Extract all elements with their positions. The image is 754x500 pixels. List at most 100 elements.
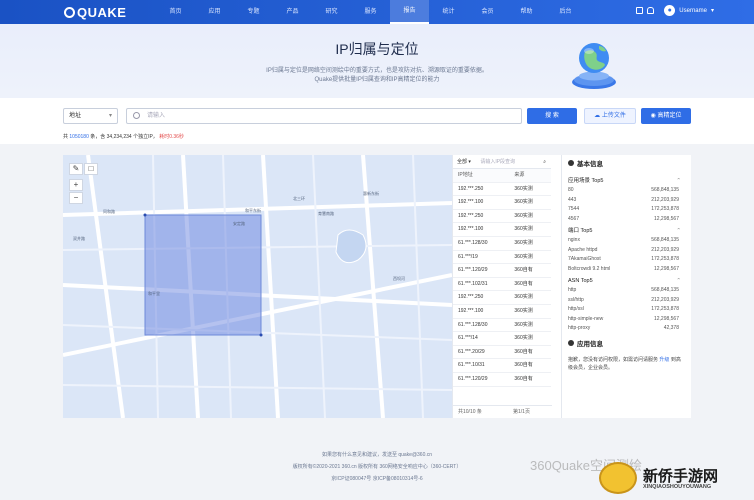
upgrade-link[interactable]: 升级 (659, 357, 669, 363)
ip-filter-input[interactable]: 请输入IP段查询 (480, 159, 515, 165)
info-key: Boltcrowdi 9.2 html (568, 265, 611, 272)
ip-cell: 192.***.250 (458, 185, 484, 192)
ip-table: 全部 ▾ 请输入IP段查询 ⌕ IP地址 来源 192.***.250 360实测… (452, 155, 552, 418)
map-label: 双井路 (73, 235, 85, 241)
upload-file-button[interactable]: ☁ 上传文件 (584, 108, 636, 124)
zoom-out-button[interactable]: − (69, 192, 83, 204)
basic-info-label: 基本信息 (577, 161, 603, 168)
source-cell: 360自有 (514, 375, 533, 382)
nav-item[interactable]: 产品 (273, 0, 312, 24)
info-value: 212,203,929 (651, 196, 679, 203)
info-row: ssl/http 212,203,929 (568, 296, 685, 306)
logo-text: QUAKE (77, 4, 127, 20)
chevron-up-icon[interactable]: ⌃ (676, 176, 681, 186)
site-badge: 新侨手游网 XINQIAOSHOUYOUWANG (595, 462, 745, 494)
info-value: 568,848,135 (651, 287, 679, 293)
ip-cell: 61.***.128/30 (458, 321, 488, 328)
info-key: 4567 (568, 215, 580, 222)
info-key: nginx (568, 237, 580, 243)
info-value: 172,253,878 (651, 256, 679, 262)
nav-item[interactable]: 统计 (429, 0, 468, 24)
table-row[interactable]: 61.***.120/29 360自有 (453, 373, 551, 387)
table-row[interactable]: 61.***.102/31 360自有 (453, 278, 551, 292)
info-group-title: ASN Top5 (568, 278, 593, 284)
info-key: http-proxy (568, 325, 591, 331)
precise-locate-button[interactable]: ◉ 高精定位 (641, 108, 691, 124)
logo-mark-icon (64, 6, 75, 18)
search-placeholder: 请输入 (147, 113, 166, 119)
bell-icon[interactable] (647, 7, 655, 14)
table-row[interactable]: 192.***.250 360实测 (453, 291, 551, 305)
top-nav-bar: QUAKE 首页 应用 专题 产品 研究 服务 报告 统计 会员 帮助 后台 ● Username … (0, 0, 754, 24)
table-row[interactable]: 61.***.10/31 360自有 (453, 359, 551, 373)
table-body: 192.***.250 360实测 192.***.100 360实测 192.***.… (453, 183, 551, 387)
chevron-up-icon[interactable]: ⌃ (676, 276, 681, 286)
info-key: Apache httpd (568, 246, 598, 253)
table-row[interactable]: 61.***.128/30 360实测 (453, 319, 551, 333)
search-icon[interactable]: ⌕ (543, 155, 546, 169)
ip-cell: 192.***.100 (458, 307, 484, 314)
map-label: 安定路 (233, 220, 245, 226)
map-label: 同和路 (103, 208, 115, 214)
nav-item[interactable]: 会员 (468, 0, 507, 24)
info-key: 7544 (568, 206, 580, 212)
nav-item[interactable]: 研究 (312, 0, 351, 24)
avatar[interactable]: ● (664, 5, 676, 16)
search-type-select[interactable]: 地址 ▾ (63, 108, 118, 124)
info-group-title: 端口 Top5 (568, 228, 593, 234)
grid-icon[interactable] (636, 7, 644, 14)
username-label[interactable]: Username (679, 8, 707, 14)
nav-item[interactable]: 服务 (351, 0, 390, 24)
table-row[interactable]: 61.***.20/29 360自有 (453, 346, 551, 360)
source-cell: 360实测 (514, 294, 533, 301)
zoom-in-button[interactable]: + (69, 179, 83, 191)
nav-item[interactable]: 首页 (156, 0, 195, 24)
nav-item[interactable]: 报告 (390, 0, 429, 24)
map-rect-icon[interactable]: □ (84, 163, 98, 175)
quake-logo[interactable]: QUAKE (64, 5, 154, 20)
globe-illustration-icon (572, 43, 616, 89)
map-label: 西坝河 (393, 275, 405, 281)
nav-item[interactable]: 后台 (546, 0, 585, 24)
chevron-down-icon[interactable]: ▾ (711, 7, 714, 14)
info-value: 212,203,929 (651, 246, 679, 253)
table-row[interactable]: 61.***.128/30 360实测 (453, 237, 551, 251)
info-group-header[interactable]: 应用场景 Top5 ⌃ (568, 176, 685, 186)
table-row[interactable]: 61.***/19 360实测 (453, 251, 551, 265)
hero-banner: IP归属与定位 IP归属与定位是网络空间测绘中的重要方式，也是攻防对抗、溯源取证… (0, 24, 754, 98)
info-group: 端口 Top5 ⌃ nginx 568,848,135 Apache httpd 212,… (568, 226, 685, 274)
map-label: 和平里 (148, 290, 160, 296)
info-group-header[interactable]: 端口 Top5 ⌃ (568, 226, 685, 236)
table-row[interactable]: 192.***.100 360实测 (453, 196, 551, 210)
table-filter-bar: 全部 ▾ 请输入IP段查询 ⌕ (453, 155, 551, 169)
app-info-title: 应用信息 (568, 339, 685, 354)
filter-select[interactable]: 全部 (457, 159, 467, 165)
search-input[interactable]: 请输入 (126, 108, 522, 124)
table-row[interactable]: 61.***.120/29 360自有 (453, 264, 551, 278)
search-section: 地址 ▾ 请输入 搜 索 ☁ 上传文件 ◉ 高精定位 共 1050180 条，含 … (0, 98, 754, 144)
source-cell: 360自有 (514, 348, 533, 355)
source-cell: 360实测 (514, 253, 533, 260)
chevron-up-icon[interactable]: ⌃ (676, 226, 681, 236)
table-row[interactable]: 192.***.100 360实测 (453, 305, 551, 319)
info-row: 7544 172,253,878 (568, 205, 685, 215)
info-row: nginx 568,848,135 (568, 236, 685, 246)
source-cell: 360实测 (514, 239, 533, 246)
nav-item[interactable]: 应用 (195, 0, 234, 24)
hero-description: IP归属与定位是网络空间测绘中的重要方式，也是攻防对抗、溯源取证的重要依据。 (266, 68, 488, 74)
source-cell: 360实测 (514, 226, 533, 233)
map-view[interactable]: 同和路 北三环 双井路 和平东街 育慧南路 和平里 安定路 惠新东街 西坝河 ✎ □ + − (63, 155, 452, 418)
search-button[interactable]: 搜 索 (527, 108, 577, 124)
table-row[interactable]: 192.***.100 360实测 (453, 223, 551, 237)
nav-item[interactable]: 帮助 (507, 0, 546, 24)
table-row[interactable]: 61.***/14 360实测 (453, 332, 551, 346)
chevron-down-icon: ▾ (467, 159, 471, 165)
table-row[interactable]: 192.***.250 360实测 (453, 210, 551, 224)
ip-cell: 61.***.128/30 (458, 239, 488, 246)
nav-item[interactable]: 专题 (234, 0, 273, 24)
map-draw-icon[interactable]: ✎ (69, 163, 83, 175)
info-key: ssl/http (568, 296, 584, 303)
info-group-header[interactable]: ASN Top5 ⌃ (568, 276, 685, 286)
table-row[interactable]: 192.***.250 360实测 (453, 183, 551, 197)
locate-label: 高精定位 (657, 113, 682, 119)
